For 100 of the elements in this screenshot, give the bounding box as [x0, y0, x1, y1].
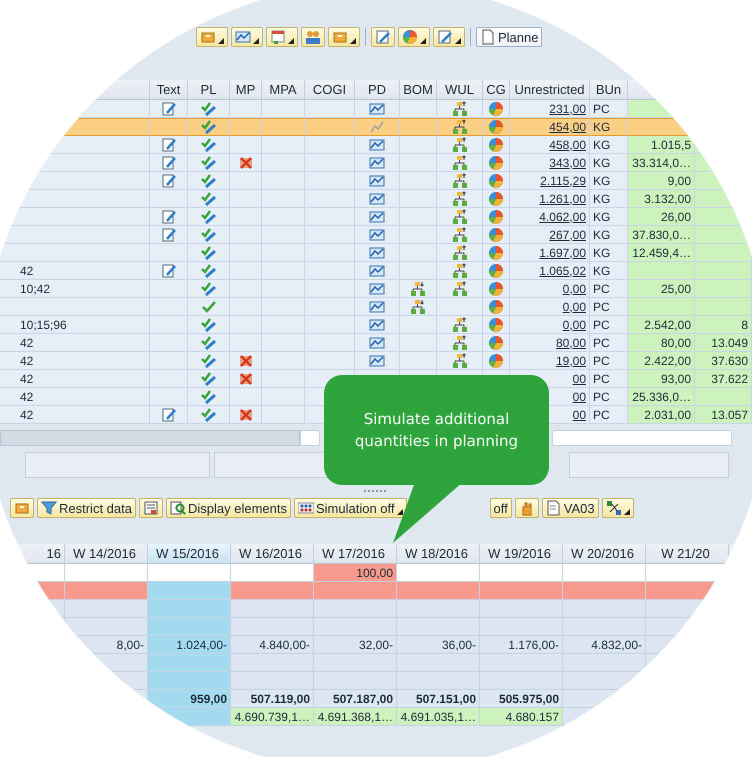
table-cell: PC: [590, 316, 628, 334]
table-cell: KG: [590, 136, 628, 154]
toolbar-button[interactable]: Display elements: [166, 498, 291, 518]
input-field[interactable]: [25, 452, 210, 478]
pie-chart-icon: [402, 29, 418, 45]
table-cell: 4.690.739,1…: [231, 708, 314, 726]
table-cell: 37.830,0…: [628, 226, 695, 244]
quantity-link[interactable]: 458,00: [549, 138, 586, 152]
table-cell: [695, 280, 752, 298]
column-header[interactable]: WUL: [437, 80, 483, 100]
table-cell: PC: [590, 406, 628, 424]
edit-icon: [375, 29, 391, 45]
table-cell: PC: [590, 370, 628, 388]
table-cell: [262, 136, 305, 154]
quantity-link[interactable]: 00: [572, 408, 586, 422]
toolbar-button[interactable]: [266, 27, 298, 47]
table-cell: [262, 100, 305, 118]
table-cell: 42: [0, 388, 150, 406]
table-cell: [628, 262, 695, 280]
column-header[interactable]: Text: [150, 80, 188, 100]
quantity-link[interactable]: 0,00: [562, 318, 586, 332]
quantity-link[interactable]: 1.261,00: [539, 192, 586, 206]
filter-icon: [41, 500, 57, 516]
quantity-link[interactable]: 1.065,02: [539, 264, 586, 278]
quantity-link[interactable]: 343,00: [549, 156, 586, 170]
period-header[interactable]: W 21/20: [646, 544, 729, 564]
table-cell: 42: [0, 262, 150, 280]
table-cell: [262, 298, 305, 316]
table-cell: 32,00-: [314, 636, 397, 654]
table-cell: 1.176,00-: [480, 636, 563, 654]
table-cell: [262, 334, 305, 352]
column-header[interactable]: PL: [188, 80, 230, 100]
period-header[interactable]: W 14/2016: [65, 544, 148, 564]
table-cell: 507.119,00: [231, 690, 314, 708]
period-header[interactable]: W 18/2016: [397, 544, 480, 564]
toolbar-button[interactable]: [138, 498, 163, 518]
table-cell: 42: [0, 370, 150, 388]
table-cell: [262, 316, 305, 334]
quantity-link[interactable]: 0,00: [562, 300, 586, 314]
toolbar-button[interactable]: [398, 27, 430, 47]
toolbar-button[interactable]: [328, 27, 360, 47]
toolbar-button[interactable]: [231, 27, 263, 47]
table-cell: PC: [590, 334, 628, 352]
toolbar-button[interactable]: VA03: [542, 498, 599, 518]
column-header[interactable]: PD: [355, 80, 400, 100]
column-header[interactable]: CG: [483, 80, 510, 100]
quantity-link[interactable]: 0,00: [562, 282, 586, 296]
toolbar-button[interactable]: Restrict data: [37, 498, 136, 518]
period-header[interactable]: W 17/2016: [314, 544, 397, 564]
period-header[interactable]: W 16/2016: [231, 544, 314, 564]
list-icon: [142, 500, 159, 516]
quantity-link[interactable]: 00: [572, 390, 586, 404]
scrollbar-track[interactable]: [552, 430, 732, 446]
period-header[interactable]: W 15/2016: [148, 544, 231, 564]
table-cell: 4.840,00-: [231, 636, 314, 654]
table-cell: [695, 244, 752, 262]
table-cell: PC: [590, 298, 628, 316]
period-header[interactable]: W 19/2016: [480, 544, 563, 564]
table-cell: [262, 388, 305, 406]
table-cell: 4.691.035,1…: [397, 708, 480, 726]
table-cell: 37.622: [695, 370, 752, 388]
page-icon: [480, 29, 496, 45]
document-icon: [546, 500, 562, 516]
quantity-link[interactable]: 231,00: [549, 102, 586, 116]
input-field[interactable]: [569, 452, 729, 478]
quantity-link[interactable]: 80,00: [556, 336, 586, 350]
quantity-link[interactable]: 4.062,00: [539, 210, 586, 224]
column-header[interactable]: BOM: [400, 80, 437, 100]
quantity-link[interactable]: 00: [572, 372, 586, 386]
table-cell: 10;42: [0, 280, 150, 298]
quantity-link[interactable]: 267,00: [549, 228, 586, 242]
toolbar-button[interactable]: [433, 27, 465, 47]
table-cell: 42: [0, 334, 150, 352]
quantity-link[interactable]: 19,00: [556, 354, 586, 368]
search-icon: [170, 500, 186, 516]
toolbar-button[interactable]: Planne: [476, 27, 542, 47]
toolbar-button[interactable]: Simulation off: [294, 498, 407, 518]
quantity-link[interactable]: 454,00: [549, 120, 586, 134]
column-header[interactable]: COGI: [305, 80, 355, 100]
table-cell: PC: [590, 352, 628, 370]
toolbar-button[interactable]: off: [490, 498, 512, 518]
table-cell: 42: [0, 406, 150, 424]
table-cell: KG: [590, 208, 628, 226]
column-header[interactable]: BUn: [590, 80, 628, 100]
table-cell: [262, 208, 305, 226]
column-header[interactable]: Unrestricted: [510, 80, 590, 100]
splitter-handle[interactable]: [364, 490, 388, 493]
table-cell: 33.314,0…: [628, 154, 695, 172]
quantity-link[interactable]: 2.115,29: [540, 174, 586, 188]
table-cell: [628, 298, 695, 316]
table-cell: 13.049: [695, 334, 752, 352]
toolbar-button[interactable]: [196, 27, 228, 47]
column-header[interactable]: MPA: [262, 80, 305, 100]
toolbar-button[interactable]: [602, 498, 634, 518]
table-cell: PC: [590, 280, 628, 298]
table-cell: 507.187,00: [314, 690, 397, 708]
scrollbar-thumb[interactable]: [0, 430, 300, 446]
quantity-link[interactable]: 1.697,00: [539, 246, 586, 260]
period-header[interactable]: W 20/2016: [563, 544, 646, 564]
column-header[interactable]: MP: [230, 80, 262, 100]
